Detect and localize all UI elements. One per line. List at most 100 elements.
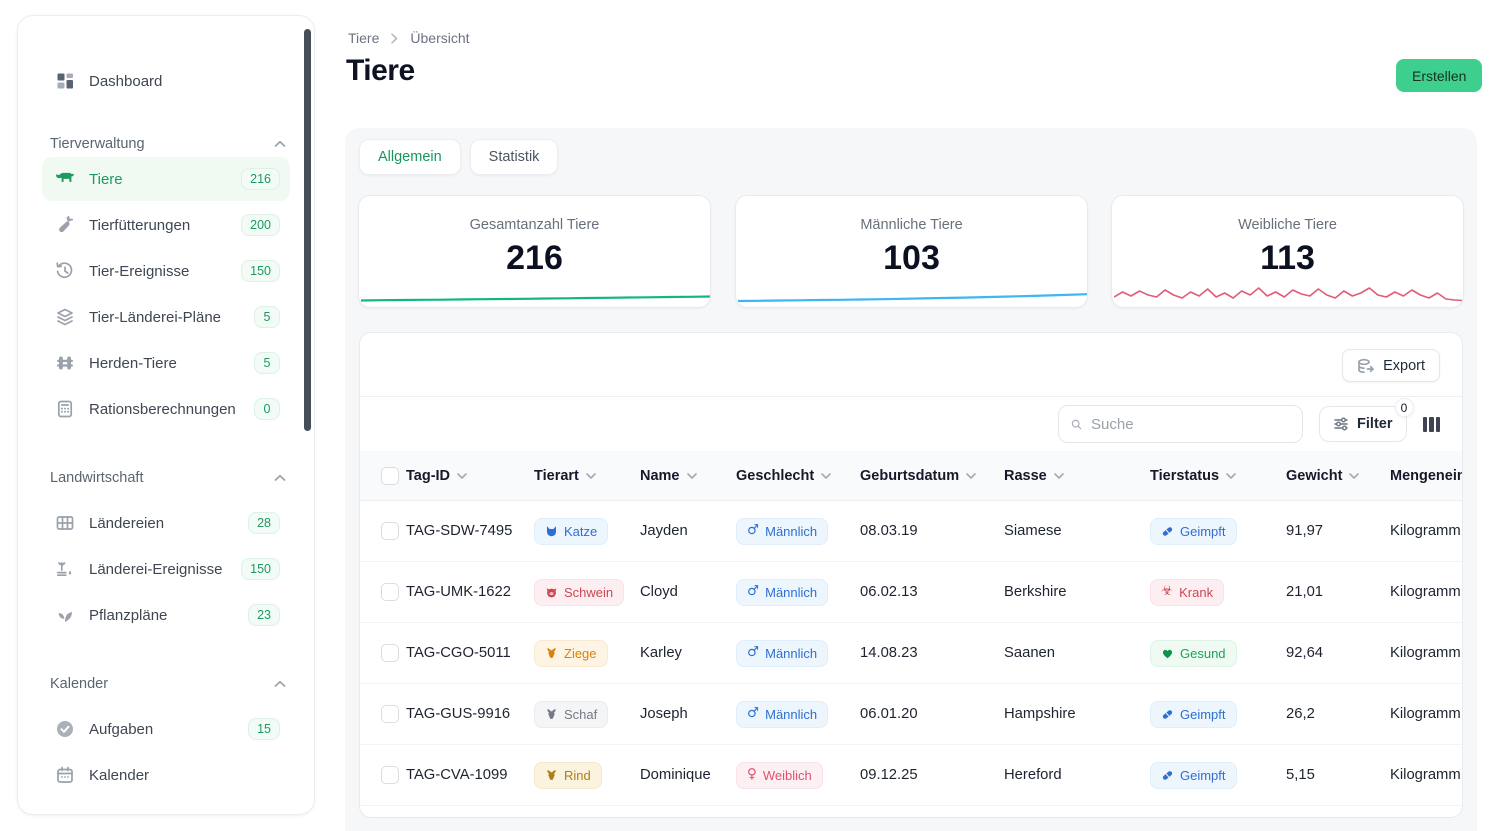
sidebar-item-dashboard[interactable]: Dashboard [42,59,290,103]
tab-allgemein[interactable]: Allgemein [359,139,461,175]
cell-geburtsdatum: 06.01.20 [860,706,1004,722]
columns-icon[interactable] [1423,417,1441,432]
main-panel: Allgemein Statistik Gesamtanzahl Tiere 2… [345,128,1477,831]
sidebar-item-label: Aufgaben [89,721,234,738]
calendar-icon [55,765,75,785]
goat-icon [545,647,558,660]
sparkline-male [738,283,1087,305]
row-checkbox[interactable] [381,583,399,601]
tierstatus-badge: ☣Krank [1150,579,1224,606]
chevron-down-icon [1226,473,1236,479]
tierart-badge: Schaf [534,701,608,728]
create-button[interactable]: Erstellen [1396,59,1482,92]
column-header-geburtsdatum[interactable]: Geburtsdatum [860,468,1004,484]
table-row[interactable]: TAG-GUS-9916 Schaf Joseph ♂Männlich 06.0… [360,684,1462,745]
table-row[interactable]: TAG-SDW-7495 Katze Jayden ♂Männlich 08.0… [360,501,1462,562]
row-checkbox[interactable] [381,705,399,723]
row-checkbox[interactable] [381,522,399,540]
cell-geburtsdatum: 08.03.19 [860,523,1004,539]
breadcrumb-item[interactable]: Übersicht [410,30,469,46]
chevron-down-icon [821,473,831,479]
sidebar-item-tierfuetterungen[interactable]: Tierfütterungen 200 [42,203,290,247]
sidebar-item-kalender[interactable]: Kalender [42,753,290,797]
male-icon: ♂ [747,524,759,538]
sidebar-item-tier-laenderei-plaene[interactable]: Tier-Länderei-Pläne 5 [42,295,290,339]
table-row[interactable]: TAG-CVA-1099 Rind Dominique ♀Weiblich 09… [360,745,1462,806]
export-icon [1357,358,1374,374]
sidebar-item-tiere[interactable]: Tiere 216 [42,157,290,201]
breadcrumb-item[interactable]: Tiere [348,30,379,46]
animals-table-card: Export Filter 0 [359,332,1463,818]
cell-tag-id: TAG-UMK-1622 [406,584,534,600]
export-label: Export [1383,358,1425,374]
geschlecht-badge: ♀Weiblich [736,762,823,789]
sidebar-item-laenderei-ereignisse[interactable]: Länderei-Ereignisse 150 [42,547,290,591]
chevron-down-icon [1349,473,1359,479]
table-row[interactable]: TAG-UMK-1622 Schwein Cloyd ♂Männlich 06.… [360,562,1462,623]
chevron-up-icon [274,140,286,148]
cell-tag-id: TAG-SDW-7495 [406,523,534,539]
column-header-name[interactable]: Name [640,468,736,484]
search-input[interactable] [1091,416,1290,433]
section-title: Landwirtschaft [50,470,144,486]
chevron-right-icon [391,33,398,44]
male-icon: ♂ [747,646,759,660]
sidebar-section-tierverwaltung[interactable]: Tierverwaltung [50,134,286,154]
carrot-icon [55,215,75,235]
sidebar-item-pflanzplaene[interactable]: Pflanzpläne 23 [42,593,290,637]
tab-statistik[interactable]: Statistik [470,139,559,175]
column-header-tag-id[interactable]: Tag-ID [406,468,534,484]
tierstatus-badge: Geimpft [1150,518,1237,545]
cell-geburtsdatum: 14.08.23 [860,645,1004,661]
capsule-icon [1161,769,1174,782]
field-grid-icon [55,513,75,533]
count-badge: 200 [241,214,280,236]
sidebar-item-herden-tiere[interactable]: Herden-Tiere 5 [42,341,290,385]
sidebar-item-label: Tiere [89,171,227,188]
count-badge: 15 [248,718,280,740]
row-checkbox[interactable] [381,766,399,784]
stat-label: Weibliche Tiere [1112,217,1463,233]
sparkline-female [1114,283,1463,305]
column-header-tierart[interactable]: Tierart [534,468,640,484]
table-header-row: Tag-ID Tierart Name Geschlecht Geburtsda… [360,451,1462,501]
cell-rasse: Hereford [1004,767,1150,783]
geschlecht-badge: ♂Männlich [736,701,828,728]
column-header-mengeneinheit[interactable]: Mengeneinheit [1390,468,1463,484]
column-header-gewicht[interactable]: Gewicht [1286,468,1390,484]
section-title: Kalender [50,676,108,692]
sidebar-item-rationsberechnungen[interactable]: Rationsberechnungen 0 [42,387,290,431]
sidebar-scrollbar[interactable] [304,29,311,431]
sidebar-item-label: Herden-Tiere [89,355,240,372]
sprout-icon [55,559,75,579]
filter-button[interactable]: Filter 0 [1319,406,1406,442]
tierstatus-badge: Geimpft [1150,701,1237,728]
table-row[interactable]: TAG-CGO-5011 Ziege Karley ♂Männlich 14.0… [360,623,1462,684]
capsule-icon [1161,708,1174,721]
sidebar-section-kalender[interactable]: Kalender [50,674,286,694]
stat-value: 113 [1112,239,1463,278]
count-badge: 216 [241,168,280,190]
row-checkbox[interactable] [381,644,399,662]
filter-count-badge: 0 [1395,398,1414,417]
cell-rasse: Saanen [1004,645,1150,661]
sidebar-item-laendereien[interactable]: Ländereien 28 [42,501,290,545]
cell-name: Karley [640,645,736,661]
column-header-rasse[interactable]: Rasse [1004,468,1150,484]
male-icon: ♂ [747,707,759,721]
column-header-tierstatus[interactable]: Tierstatus [1150,468,1286,484]
sidebar-item-label: Pflanzpläne [89,607,234,624]
stat-value: 103 [736,239,1087,278]
select-all-checkbox[interactable] [381,467,399,485]
heart-icon [1161,647,1174,660]
sidebar-item-aufgaben[interactable]: Aufgaben 15 [42,707,290,751]
breadcrumb: Tiere Übersicht [348,30,470,46]
export-button[interactable]: Export [1342,349,1440,382]
sidebar-item-tier-ereignisse[interactable]: Tier-Ereignisse 150 [42,249,290,293]
chevron-up-icon [274,680,286,688]
stat-card-male: Männliche Tiere 103 [735,195,1088,308]
column-header-geschlecht[interactable]: Geschlecht [736,468,860,484]
chevron-down-icon [457,473,467,479]
sidebar-section-landwirtschaft[interactable]: Landwirtschaft [50,468,286,488]
sidebar-item-label: Dashboard [89,73,280,90]
